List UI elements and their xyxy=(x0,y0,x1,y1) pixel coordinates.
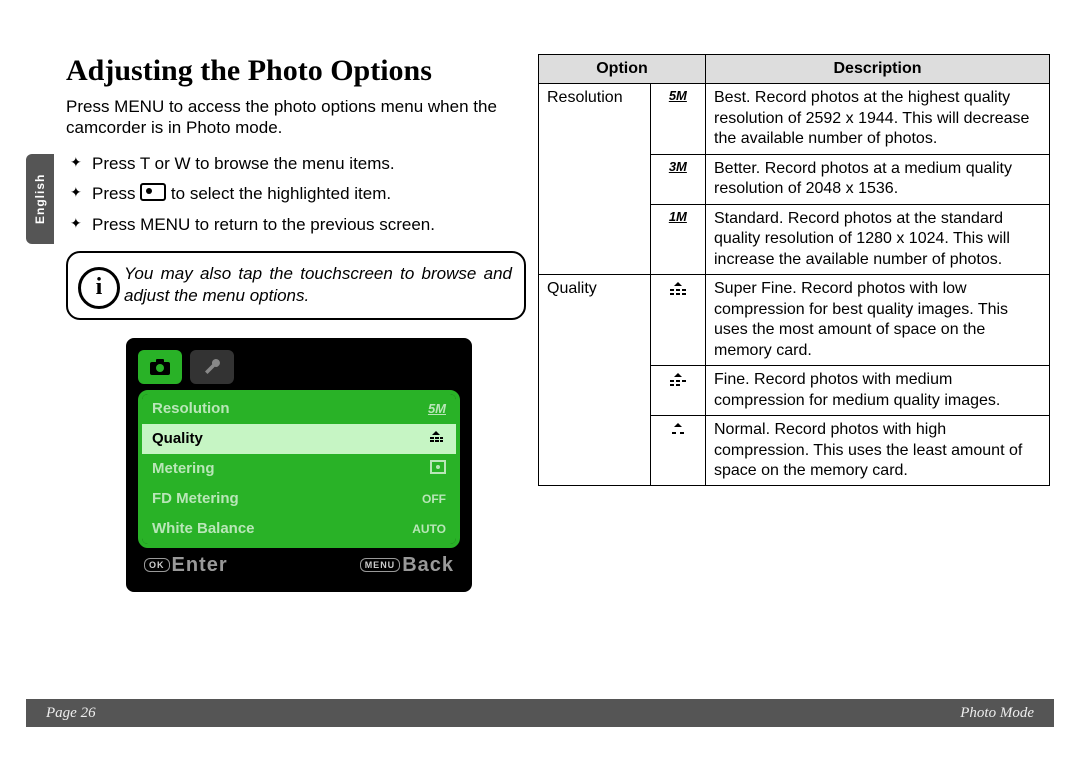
photo-mode-tab xyxy=(138,350,182,384)
text: to select the highlighted item. xyxy=(171,184,391,203)
record-icon xyxy=(140,183,166,201)
label: Quality xyxy=(152,430,203,447)
wrench-icon xyxy=(202,357,222,377)
value: 5M xyxy=(428,401,446,416)
camcorder-screenshot: Resolution 5M Quality Metering FD Me xyxy=(126,338,472,592)
value-icon xyxy=(426,430,446,447)
quality-normal-icon xyxy=(650,416,705,486)
cell-description: Standard. Record photos at the standard … xyxy=(706,204,1050,274)
menu-back-label: MENUBack xyxy=(360,554,454,577)
tools-mode-tab xyxy=(190,350,234,384)
label: Resolution xyxy=(152,400,230,417)
ok-pill: OK xyxy=(144,558,170,572)
options-table: Option Description Resolution 5M Best. R… xyxy=(538,54,1050,486)
cell-description: Super Fine. Record photos with low compr… xyxy=(706,275,1050,366)
ok-enter-label: OKEnter xyxy=(144,554,228,577)
resolution-3m-icon: 3M xyxy=(650,154,705,204)
label: White Balance xyxy=(152,520,255,537)
menu-list: Resolution 5M Quality Metering FD Me xyxy=(138,390,460,548)
right-column: Option Description Resolution 5M Best. R… xyxy=(538,54,1050,486)
value-icon xyxy=(430,460,446,477)
table-header-row: Option Description xyxy=(539,55,1050,84)
camera-icon xyxy=(149,358,171,376)
cell-quality-label: Quality xyxy=(539,275,651,486)
back-text: Back xyxy=(402,554,454,576)
language-tab: English xyxy=(26,154,54,244)
instruction-item: Press MENU to return to the previous scr… xyxy=(66,214,526,237)
cell-description: Better. Record photos at a medium qualit… xyxy=(706,154,1050,204)
cell-resolution-label: Resolution xyxy=(539,84,651,275)
footer-section: Photo Mode xyxy=(960,705,1034,722)
manual-page: English Adjusting the Photo Options Pres… xyxy=(26,34,1054,727)
page-title: Adjusting the Photo Options xyxy=(66,54,526,88)
menu-footer: OKEnter MENUBack xyxy=(134,548,464,584)
menu-row-fd-metering: FD Metering OFF xyxy=(142,484,456,514)
cell-description: Best. Record photos at the highest quali… xyxy=(706,84,1050,154)
header-option: Option xyxy=(539,55,706,84)
text: Press xyxy=(92,184,140,203)
cell-description: Normal. Record photos with high compress… xyxy=(706,416,1050,486)
page-footer: Page 26 Photo Mode xyxy=(26,699,1054,727)
table-row: Resolution 5M Best. Record photos at the… xyxy=(539,84,1050,154)
instruction-list: Press T or W to browse the menu items. P… xyxy=(66,153,526,238)
value: AUTO xyxy=(412,522,446,536)
menu-row-metering: Metering xyxy=(142,454,456,484)
mode-tabs xyxy=(134,346,464,390)
enter-text: Enter xyxy=(172,554,228,576)
cell-description: Fine. Record photos with medium compress… xyxy=(706,366,1050,416)
header-description: Description xyxy=(706,55,1050,84)
info-text: You may also tap the touchscreen to brow… xyxy=(124,264,512,305)
info-callout: i You may also tap the touchscreen to br… xyxy=(66,251,526,319)
instruction-item: Press T or W to browse the menu items. xyxy=(66,153,526,176)
resolution-5m-icon: 5M xyxy=(650,84,705,154)
menu-row-quality: Quality xyxy=(142,424,456,454)
menu-row-resolution: Resolution 5M xyxy=(142,394,456,424)
label: FD Metering xyxy=(152,490,239,507)
quality-superfine-icon xyxy=(650,275,705,366)
menu-row-white-balance: White Balance AUTO xyxy=(142,514,456,544)
instruction-item: Press to select the highlighted item. xyxy=(66,183,526,206)
left-column: Adjusting the Photo Options Press MENU t… xyxy=(66,54,526,592)
intro-text: Press MENU to access the photo options m… xyxy=(66,96,526,139)
table-row: Quality Super Fine. Record photos with l… xyxy=(539,275,1050,366)
label: Metering xyxy=(152,460,215,477)
value: OFF xyxy=(422,492,446,506)
info-icon: i xyxy=(78,267,120,309)
quality-fine-icon xyxy=(650,366,705,416)
resolution-1m-icon: 1M xyxy=(650,204,705,274)
menu-pill: MENU xyxy=(360,558,401,572)
footer-page: Page 26 xyxy=(46,705,96,722)
